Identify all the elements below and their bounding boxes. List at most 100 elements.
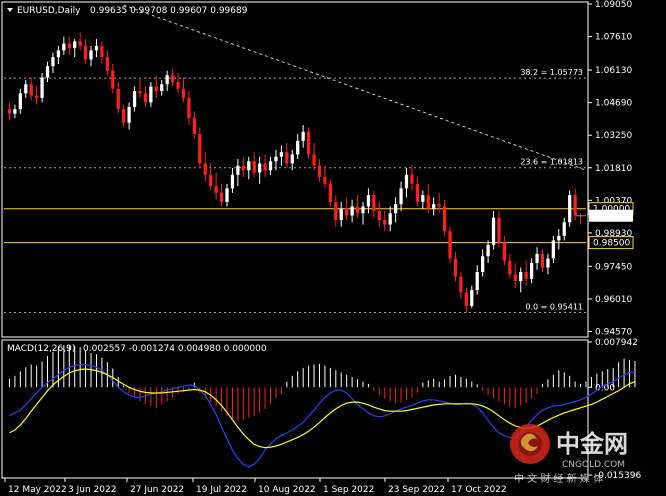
x-tick-label: 19 Jul 2022 — [196, 485, 247, 495]
candle-body — [459, 276, 463, 293]
x-tick-label: 12 May 2022 — [8, 485, 67, 495]
candle-body — [73, 41, 77, 49]
candle-body — [481, 256, 485, 273]
candle-body — [573, 195, 577, 216]
fibonacci-levels: 38.2 = 1.05773 23.6 = 1.01813 0.0 = 0.9541… — [4, 68, 586, 313]
candle-body — [404, 174, 409, 189]
candle-body — [51, 57, 55, 67]
candle-body — [181, 88, 186, 98]
price-y-axis: 1.09050 1.07610 1.06130 1.04690 1.03250 1.018… — [588, 0, 632, 338]
candle-body — [306, 131, 311, 155]
candle-body — [328, 183, 332, 202]
candle-body — [383, 220, 387, 225]
candle-body — [214, 186, 218, 193]
macd-y-tick-label: 0.007942 — [595, 338, 638, 348]
candle-body — [475, 272, 479, 291]
candle-body — [557, 235, 561, 241]
candle-body — [78, 41, 82, 46]
candle-body — [149, 86, 153, 103]
candle-body — [160, 84, 164, 92]
y-tick-label: 1.03250 — [595, 131, 632, 141]
ohlc-values: 0.99635 0.99708 0.99607 0.99689 — [90, 6, 248, 16]
y-tick-label: 1.01810 — [595, 164, 632, 174]
candle-body — [513, 274, 517, 282]
candle-body — [470, 290, 474, 306]
candle-body — [198, 134, 202, 164]
candle-body — [290, 154, 294, 164]
level-label: 0.98500 — [593, 239, 630, 249]
macd-values: 0.002557 -0.001274 0.004980 0.000000 — [83, 344, 267, 354]
candle-body — [372, 195, 376, 211]
candle-body — [432, 204, 436, 209]
candle-body — [393, 204, 398, 214]
candle-body — [7, 109, 12, 114]
candle-body — [377, 210, 381, 221]
x-tick-label: 10 Aug 2022 — [258, 485, 316, 495]
y-tick-label: 0.94570 — [595, 328, 632, 338]
candle-body — [535, 253, 539, 263]
candle-body — [67, 43, 71, 49]
candle-body — [448, 231, 452, 259]
candle-body — [105, 57, 109, 71]
candle-body — [366, 195, 371, 207]
candle-body — [89, 50, 93, 60]
candle-body — [209, 174, 213, 187]
candle-body — [203, 163, 207, 175]
collapse-triangle-icon[interactable] — [7, 8, 13, 12]
candle-body — [94, 45, 99, 51]
chart-canvas: 1.09050 1.07610 1.06130 1.04690 1.03250 1.018… — [1, 0, 641, 495]
candle-body — [24, 84, 28, 94]
candle-body — [491, 217, 496, 245]
candle-body — [426, 195, 430, 209]
x-axis: 12 May 2022 3 Jun 2022 27 Jun 2022 19 Jul 2… — [4, 478, 507, 495]
candle-body — [296, 140, 300, 155]
candle-body — [192, 118, 197, 135]
candle-body — [83, 45, 88, 60]
trendline-segment — [123, 4, 587, 171]
candle-body — [502, 242, 507, 261]
candle-body — [13, 109, 17, 114]
candle-body — [301, 131, 305, 141]
candle-body — [519, 272, 523, 282]
candle-body — [138, 91, 142, 94]
candle-body — [421, 195, 425, 202]
candle-body — [399, 188, 403, 205]
candle-body — [415, 183, 420, 202]
candle-body — [529, 262, 534, 279]
horizontal-levels: 1.000000.98500 — [4, 202, 634, 250]
x-tick-label: 27 Jun 2022 — [130, 485, 184, 495]
candle-body — [176, 82, 180, 89]
candle-body — [29, 84, 33, 96]
candle-body — [334, 201, 338, 221]
candle-body — [345, 208, 349, 216]
candle-body — [122, 109, 126, 123]
candle-body — [132, 91, 137, 107]
candle-body — [170, 75, 175, 83]
candle-body — [247, 161, 251, 171]
candle-body — [56, 50, 61, 58]
watermark-slogan: 中 文 财 经 新 媒 体 — [514, 472, 603, 485]
candle-body — [361, 206, 365, 214]
fib-label: 0.0 = 0.95411 — [525, 302, 583, 311]
candle-body — [323, 177, 327, 184]
candle-body — [241, 165, 245, 171]
candle-body — [45, 66, 50, 78]
candle-body — [258, 163, 262, 173]
candle-body — [464, 292, 468, 306]
watermark-brand: 中金网 — [556, 430, 628, 458]
candle-body — [187, 97, 191, 119]
macd-histogram — [8, 345, 636, 422]
candle-body — [116, 88, 120, 110]
candle-body — [154, 86, 158, 92]
candle-body — [230, 174, 235, 189]
candle-body — [100, 45, 104, 58]
candle-body — [524, 272, 528, 279]
y-tick-label: 1.09050 — [595, 0, 632, 10]
candle-body — [442, 206, 447, 232]
candle-body — [355, 206, 360, 214]
candle-body — [546, 258, 550, 268]
y-tick-label: 0.96010 — [595, 295, 632, 305]
candle-body — [165, 75, 169, 85]
candle-body — [312, 154, 316, 166]
candle-body — [317, 165, 322, 178]
